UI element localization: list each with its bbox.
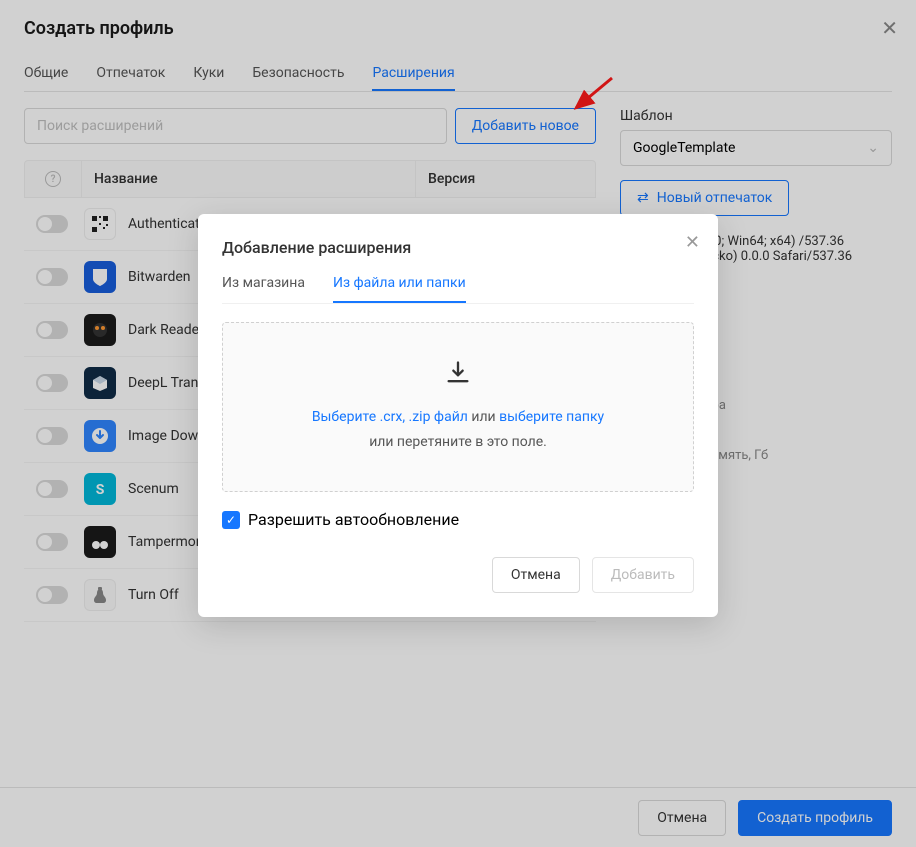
select-folder-link[interactable]: выберите папку	[499, 409, 604, 425]
auto-update-label: Разрешить автообновление	[248, 510, 459, 529]
dropzone[interactable]: Выберите .crx, .zip файл или выберите па…	[222, 322, 694, 492]
modal-tab-1[interactable]: Из файла или папки	[333, 275, 466, 303]
download-icon	[444, 359, 472, 387]
modal-add-button[interactable]: Добавить	[592, 557, 694, 593]
dropzone-hint: или перетяните в это поле.	[243, 430, 673, 455]
modal-close-icon[interactable]: ✕	[685, 232, 700, 253]
modal-cancel-button[interactable]: Отмена	[492, 557, 580, 593]
modal-title: Добавление расширения	[222, 238, 694, 257]
select-file-link[interactable]: Выберите .crx, .zip файл	[312, 409, 468, 425]
modal-tab-0[interactable]: Из магазина	[222, 275, 305, 303]
modal-overlay: Добавление расширения ✕ Из магазина Из фа…	[0, 0, 916, 847]
add-extension-modal: Добавление расширения ✕ Из магазина Из фа…	[198, 214, 718, 617]
auto-update-checkbox[interactable]: ✓	[222, 511, 240, 529]
